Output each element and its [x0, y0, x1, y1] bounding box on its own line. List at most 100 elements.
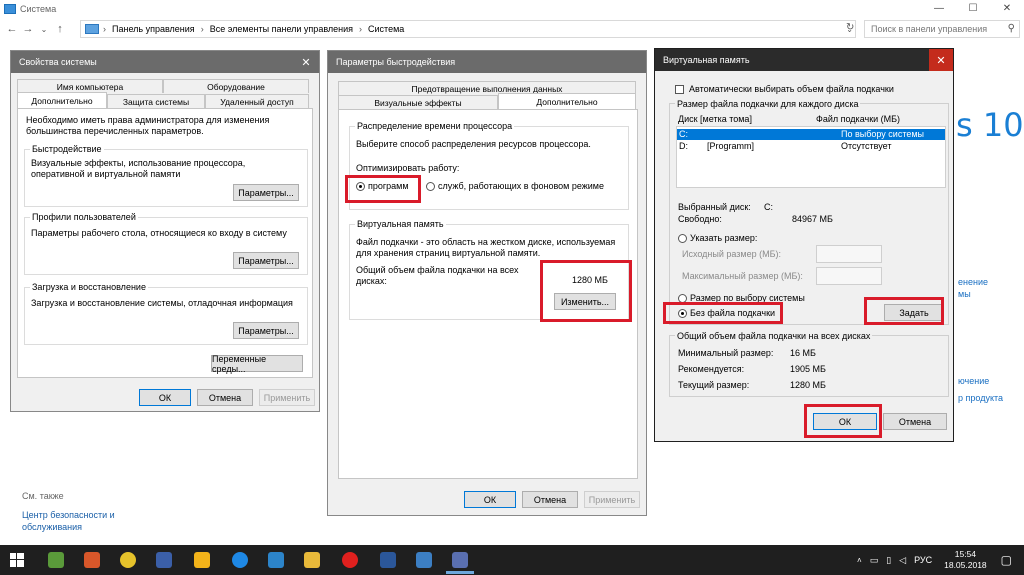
- app-icon-2[interactable]: [84, 552, 100, 568]
- performance-group: Быстродействие Визуальные эффекты, испол…: [24, 144, 308, 207]
- language-indicator[interactable]: РУС: [914, 555, 932, 565]
- maximize-button[interactable]: ☐: [956, 0, 990, 17]
- app-icon-3[interactable]: [120, 552, 136, 568]
- user-profiles-group: Профили пользователей Параметры рабочего…: [24, 212, 308, 275]
- performance-label: Быстродействие: [30, 144, 104, 154]
- paging-size-label: Размер файла подкачки для каждого диска: [675, 99, 861, 109]
- refresh-icon[interactable]: ↻: [846, 22, 854, 33]
- custom-size-label[interactable]: Указать размер:: [690, 233, 757, 244]
- background-services-radio[interactable]: [426, 182, 435, 191]
- current-size-value: 1280 МБ: [790, 380, 826, 390]
- initial-size-input[interactable]: [816, 245, 882, 263]
- breadcrumb-all-items[interactable]: Все элементы панели управления: [210, 24, 353, 34]
- virtual-memory-description: Файл подкачки - это область на жестком д…: [356, 237, 616, 258]
- opera-icon[interactable]: [342, 552, 358, 568]
- tab-advanced[interactable]: Дополнительно: [498, 93, 636, 109]
- admin-intro-text: Необходимо иметь права администратора дл…: [26, 115, 270, 136]
- tab-hardware[interactable]: Оборудование: [163, 79, 309, 93]
- apply-button[interactable]: Применить: [584, 491, 640, 508]
- word-icon[interactable]: [380, 552, 396, 568]
- cancel-button[interactable]: Отмена: [522, 491, 578, 508]
- ok-button[interactable]: ОК: [464, 491, 516, 508]
- list-item[interactable]: D: [Programm] Отсутствует: [677, 141, 945, 152]
- user-profiles-label: Профили пользователей: [30, 212, 138, 222]
- windows-logo-icon[interactable]: [10, 553, 24, 567]
- tab-system-protection[interactable]: Защита системы: [107, 94, 205, 108]
- optimize-label: Оптимизировать работу:: [356, 163, 460, 173]
- network-icon[interactable]: ▭: [870, 555, 879, 566]
- volume-icon[interactable]: ◁: [899, 555, 906, 566]
- right-link-3[interactable]: ючение: [958, 376, 989, 386]
- close-icon[interactable]: ✕: [929, 49, 953, 71]
- system-tray: ˄ ▭ ▯ ◁ РУС 15:54 18.05.2018 ▢: [857, 545, 1024, 575]
- app-icon-7[interactable]: [268, 552, 284, 568]
- breadcrumb-separator: ›: [103, 24, 106, 34]
- file-explorer-icon[interactable]: [304, 552, 320, 568]
- tray-chevron-icon[interactable]: ˄: [857, 556, 862, 565]
- tab-remote[interactable]: Удаленный доступ: [205, 94, 309, 108]
- minimize-button[interactable]: —: [922, 0, 956, 17]
- cancel-button[interactable]: Отмена: [883, 413, 947, 430]
- virtual-memory-dialog: Виртуальная память ✕ Автоматически выбир…: [654, 48, 954, 442]
- search-input[interactable]: Поиск в панели управления ⚲: [864, 20, 1020, 38]
- auto-manage-label[interactable]: Автоматически выбирать объем файла подка…: [689, 84, 894, 95]
- drives-list[interactable]: C: По выбору системы D: [Programm] Отсут…: [676, 126, 946, 188]
- right-link-4[interactable]: р продукта: [958, 393, 1003, 403]
- paging-size-group: Размер файла подкачки для каждого диска …: [669, 99, 949, 325]
- apply-button[interactable]: Применить: [259, 389, 315, 406]
- drive-letter: C:: [679, 129, 688, 139]
- tab-row-bottom: Визуальные эффекты Дополнительно: [338, 93, 636, 109]
- list-item[interactable]: C: По выбору системы: [677, 129, 945, 140]
- tab-row-bottom: Дополнительно Защита системы Удаленный д…: [17, 92, 309, 108]
- recent-locations-chevron-icon[interactable]: ⌄: [36, 25, 52, 34]
- auto-manage-checkbox[interactable]: [675, 85, 684, 94]
- initial-size-label: Исходный размер (МБ):: [682, 249, 782, 259]
- notifications-icon[interactable]: ▢: [1001, 553, 1012, 567]
- up-arrow-icon[interactable]: ↑: [52, 23, 68, 35]
- cancel-button[interactable]: Отмена: [197, 389, 253, 406]
- performance-settings-button[interactable]: Параметры...: [233, 184, 299, 201]
- startup-recovery-settings-button[interactable]: Параметры...: [233, 322, 299, 339]
- app-icon-6[interactable]: [232, 552, 248, 568]
- system-taskbar-icon[interactable]: [452, 552, 468, 568]
- control-panel-taskbar-icon[interactable]: [416, 552, 432, 568]
- performance-description: Визуальные эффекты, использование процес…: [31, 158, 246, 179]
- close-icon[interactable]: ✕: [293, 51, 319, 73]
- minimum-size-value: 16 МБ: [790, 348, 816, 358]
- security-center-link[interactable]: Центр безопасности и обслуживания: [22, 509, 142, 533]
- taskbar: ˄ ▭ ▯ ◁ РУС 15:54 18.05.2018 ▢: [0, 545, 1024, 575]
- breadcrumb-control-panel[interactable]: Панель управления: [112, 24, 195, 34]
- clock[interactable]: 15:54 18.05.2018: [944, 549, 987, 571]
- paging-total-label: Общий объем файла подкачки на всех диска…: [356, 265, 519, 286]
- see-also-heading: См. также: [22, 491, 64, 501]
- custom-size-radio[interactable]: [678, 234, 687, 243]
- recommended-size-value: 1905 МБ: [790, 364, 826, 374]
- right-link-2[interactable]: мы: [958, 289, 971, 299]
- app-icon-5[interactable]: [194, 552, 210, 568]
- tab-computer-name[interactable]: Имя компьютера: [17, 79, 163, 93]
- background-services-radio-label[interactable]: служб, работающих в фоновом режиме: [438, 181, 604, 192]
- close-button[interactable]: ✕: [990, 0, 1024, 17]
- system-properties-dialog: Свойства системы ✕ Имя компьютера Оборуд…: [10, 50, 320, 412]
- no-paging-file-highlight: [663, 302, 783, 324]
- system-icon: [4, 3, 16, 14]
- right-link-1[interactable]: енение: [958, 277, 988, 287]
- free-space-value: 84967 МБ: [792, 214, 833, 224]
- search-placeholder: Поиск в панели управления: [871, 24, 988, 34]
- battery-icon[interactable]: ▯: [886, 555, 891, 566]
- windows-10-brand-text: s 10: [956, 106, 1024, 144]
- breadcrumb-system[interactable]: Система: [368, 24, 404, 34]
- app-icon-1[interactable]: [48, 552, 64, 568]
- tab-advanced[interactable]: Дополнительно: [17, 92, 107, 108]
- forward-arrow-icon[interactable]: →: [20, 23, 36, 35]
- environment-variables-button[interactable]: Переменные среды...: [211, 354, 303, 374]
- programs-highlight: [345, 175, 421, 203]
- address-bar[interactable]: › Панель управления › Все элементы панел…: [80, 20, 856, 38]
- tab-visual-effects[interactable]: Визуальные эффекты: [338, 95, 498, 109]
- max-size-input[interactable]: [816, 267, 882, 285]
- active-app-indicator: [446, 571, 474, 574]
- user-profiles-settings-button[interactable]: Параметры...: [233, 252, 299, 269]
- app-icon-4[interactable]: [156, 552, 172, 568]
- ok-button[interactable]: ОК: [139, 389, 191, 406]
- back-arrow-icon[interactable]: ←: [4, 23, 20, 35]
